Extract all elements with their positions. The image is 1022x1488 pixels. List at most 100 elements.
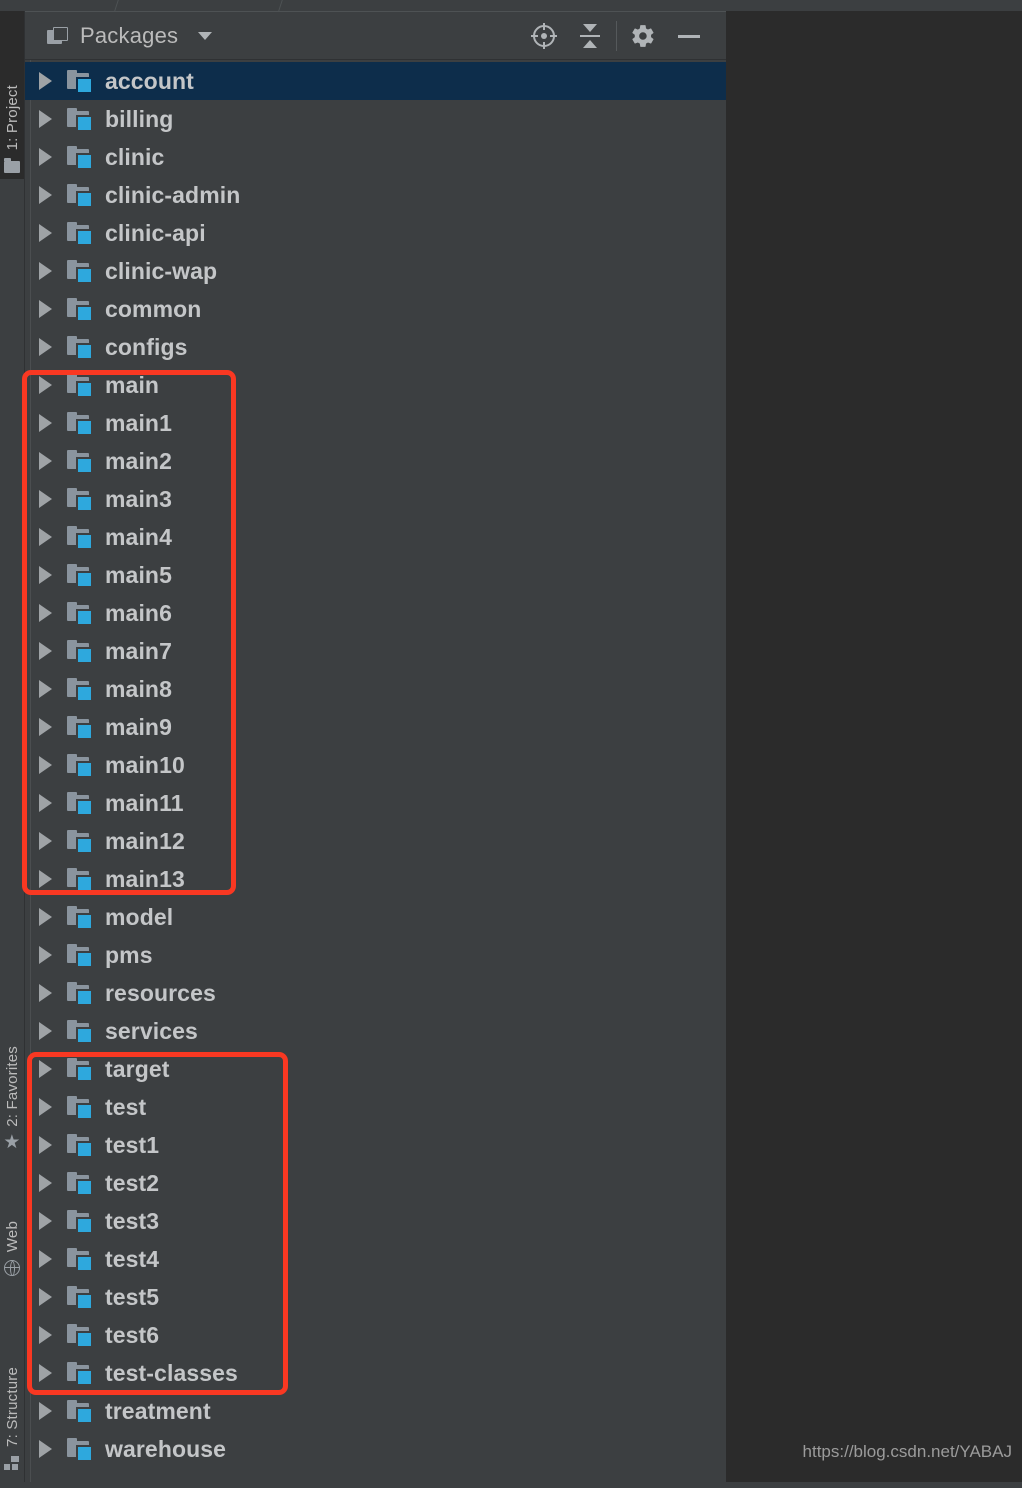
expand-arrow-icon[interactable] bbox=[39, 1440, 52, 1458]
tree-row-label: test bbox=[105, 1093, 147, 1120]
tree-row[interactable]: services bbox=[25, 1012, 726, 1050]
tree-row-label: main12 bbox=[105, 827, 185, 854]
package-icon bbox=[67, 1438, 93, 1462]
sidebar-item-web[interactable]: Web bbox=[0, 1171, 24, 1281]
expand-arrow-icon[interactable] bbox=[39, 186, 52, 204]
tree-row[interactable]: main13 bbox=[25, 860, 726, 898]
tree-row[interactable]: main8 bbox=[25, 670, 726, 708]
expand-arrow-icon[interactable] bbox=[39, 908, 52, 926]
tree-row[interactable]: test bbox=[25, 1088, 726, 1126]
package-icon bbox=[67, 222, 93, 246]
expand-arrow-icon[interactable] bbox=[39, 1098, 52, 1116]
chevron-down-icon[interactable] bbox=[198, 31, 213, 40]
sidebar-item-project[interactable]: 1: Project bbox=[0, 11, 24, 179]
tree-row[interactable]: main1 bbox=[25, 404, 726, 442]
tree-row[interactable]: main3 bbox=[25, 480, 726, 518]
tree-row[interactable]: clinic-api bbox=[25, 214, 726, 252]
tree-row[interactable]: clinic-admin bbox=[25, 176, 726, 214]
tree-row[interactable]: target bbox=[25, 1050, 726, 1088]
expand-arrow-icon[interactable] bbox=[39, 338, 52, 356]
tree-row-label: test4 bbox=[105, 1245, 160, 1272]
expand-arrow-icon[interactable] bbox=[39, 528, 52, 546]
tree-row[interactable]: treatment bbox=[25, 1392, 726, 1430]
tree-row[interactable]: model bbox=[25, 898, 726, 936]
expand-arrow-icon[interactable] bbox=[39, 946, 52, 964]
tree-row-label: main10 bbox=[105, 751, 185, 778]
expand-arrow-icon[interactable] bbox=[39, 490, 52, 508]
expand-arrow-icon[interactable] bbox=[39, 984, 52, 1002]
tree-row[interactable]: test1 bbox=[25, 1126, 726, 1164]
tree-row[interactable]: account bbox=[25, 62, 726, 100]
tree-row[interactable]: main7 bbox=[25, 632, 726, 670]
tree-row[interactable]: resources bbox=[25, 974, 726, 1012]
expand-arrow-icon[interactable] bbox=[39, 756, 52, 774]
tree-row[interactable]: main12 bbox=[25, 822, 726, 860]
tree-row[interactable]: test-classes bbox=[25, 1354, 726, 1392]
package-icon bbox=[67, 982, 93, 1006]
expand-arrow-icon[interactable] bbox=[39, 300, 52, 318]
expand-arrow-icon[interactable] bbox=[39, 832, 52, 850]
tree-row[interactable]: main10 bbox=[25, 746, 726, 784]
settings-button[interactable] bbox=[620, 13, 666, 59]
tree-row[interactable]: main6 bbox=[25, 594, 726, 632]
tree-row[interactable]: main11 bbox=[25, 784, 726, 822]
tree-row[interactable]: test6 bbox=[25, 1316, 726, 1354]
tree-row-label: test3 bbox=[105, 1207, 160, 1234]
tree-row[interactable]: warehouse bbox=[25, 1430, 726, 1468]
expand-arrow-icon[interactable] bbox=[39, 1136, 52, 1154]
packages-view-selector[interactable]: Packages bbox=[25, 23, 213, 49]
expand-arrow-icon[interactable] bbox=[39, 376, 52, 394]
expand-arrow-icon[interactable] bbox=[39, 148, 52, 166]
package-tree[interactable]: account billing clinic clinic-admin clinic-a… bbox=[25, 60, 726, 1488]
tree-row[interactable]: main2 bbox=[25, 442, 726, 480]
expand-arrow-icon[interactable] bbox=[39, 1250, 52, 1268]
expand-arrow-icon[interactable] bbox=[39, 1326, 52, 1344]
tree-row[interactable]: clinic bbox=[25, 138, 726, 176]
expand-arrow-icon[interactable] bbox=[39, 110, 52, 128]
hide-tool-window-button[interactable] bbox=[666, 13, 712, 59]
expand-arrow-icon[interactable] bbox=[39, 1288, 52, 1306]
expand-arrow-icon[interactable] bbox=[39, 1212, 52, 1230]
expand-arrow-icon[interactable] bbox=[39, 224, 52, 242]
tree-row[interactable]: test5 bbox=[25, 1278, 726, 1316]
collapse-all-button[interactable] bbox=[567, 13, 613, 59]
expand-arrow-icon[interactable] bbox=[39, 680, 52, 698]
tree-row-label: pms bbox=[105, 941, 153, 968]
tree-row[interactable]: configs bbox=[25, 328, 726, 366]
tree-row[interactable]: test4 bbox=[25, 1240, 726, 1278]
tool-window-header: Packages bbox=[25, 12, 726, 60]
sidebar-item-label: 1: Project bbox=[3, 84, 21, 150]
expand-arrow-icon[interactable] bbox=[39, 414, 52, 432]
expand-arrow-icon[interactable] bbox=[39, 566, 52, 584]
expand-arrow-icon[interactable] bbox=[39, 604, 52, 622]
expand-arrow-icon[interactable] bbox=[39, 1174, 52, 1192]
sidebar-item-favorites[interactable]: ★ 2: Favorites bbox=[0, 996, 24, 1156]
expand-arrow-icon[interactable] bbox=[39, 718, 52, 736]
scroll-from-source-button[interactable] bbox=[521, 13, 567, 59]
expand-arrow-icon[interactable] bbox=[39, 1364, 52, 1382]
tree-row-label: common bbox=[105, 295, 202, 322]
tree-row[interactable]: main4 bbox=[25, 518, 726, 556]
tree-row[interactable]: common bbox=[25, 290, 726, 328]
tree-row[interactable]: test2 bbox=[25, 1164, 726, 1202]
expand-arrow-icon[interactable] bbox=[39, 642, 52, 660]
tree-row[interactable]: billing bbox=[25, 100, 726, 138]
tree-row[interactable]: main5 bbox=[25, 556, 726, 594]
structure-icon bbox=[3, 1454, 21, 1472]
tree-row[interactable]: main9 bbox=[25, 708, 726, 746]
expand-arrow-icon[interactable] bbox=[39, 452, 52, 470]
expand-arrow-icon[interactable] bbox=[39, 1402, 52, 1420]
tree-row[interactable]: pms bbox=[25, 936, 726, 974]
expand-arrow-icon[interactable] bbox=[39, 262, 52, 280]
tree-row-label: clinic bbox=[105, 143, 165, 170]
tree-row-label: main bbox=[105, 371, 160, 398]
expand-arrow-icon[interactable] bbox=[39, 1022, 52, 1040]
tree-row[interactable]: main bbox=[25, 366, 726, 404]
expand-arrow-icon[interactable] bbox=[39, 870, 52, 888]
tree-row[interactable]: test3 bbox=[25, 1202, 726, 1240]
expand-arrow-icon[interactable] bbox=[39, 1060, 52, 1078]
sidebar-item-structure[interactable]: 7: Structure bbox=[0, 1301, 24, 1476]
tree-row[interactable]: clinic-wap bbox=[25, 252, 726, 290]
expand-arrow-icon[interactable] bbox=[39, 72, 52, 90]
expand-arrow-icon[interactable] bbox=[39, 794, 52, 812]
